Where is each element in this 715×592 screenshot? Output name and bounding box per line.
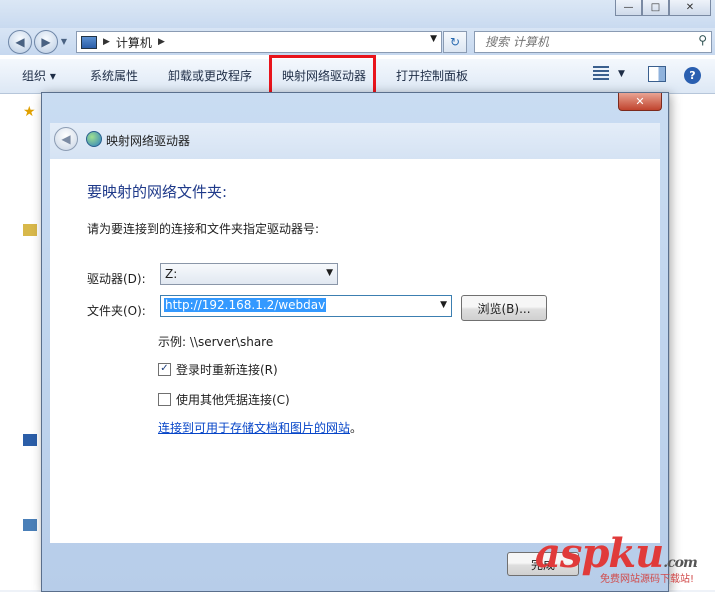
navigation-bar: ◀ ▶ ▼ ▶ 计算机 ▶ ▼ ↻ ⚲ [0,28,715,55]
search-icon[interactable]: ⚲ [698,33,707,47]
map-drive-dialog: ✕ ◀ 映射网络驱动器 要映射的网络文件夹: 请为要连接到的连接和文件夹指定驱动… [41,92,669,592]
chevron-down-icon[interactable]: ▼ [440,300,447,310]
minimize-button[interactable]: — [615,0,642,16]
maximize-button[interactable]: □ [642,0,669,16]
computer-nav-icon[interactable] [23,434,37,446]
dialog-header: ◀ 映射网络驱动器 [50,123,660,161]
instruction-text: 请为要连接到的连接和文件夹指定驱动器号: [87,222,320,236]
highlight-box [269,55,376,96]
watermark-suffix: .com [663,555,698,571]
caption-buttons: — □ ✕ [615,0,711,16]
drive-value: Z: [165,267,178,281]
folder-label: 文件夹(O): [87,304,146,318]
arrow-left-icon: ◀ [61,132,71,146]
navigation-pane: ★ [0,94,42,590]
address-dropdown-icon[interactable]: ▼ [430,34,437,44]
network-drive-icon [86,131,102,147]
breadcrumb-computer[interactable]: 计算机 [116,34,152,51]
close-window-button[interactable]: ✕ [669,0,711,16]
arrow-left-icon: ◀ [15,35,25,49]
preview-pane-icon[interactable] [648,66,666,82]
example-text: 示例: \\server\share [158,335,274,349]
open-control-panel-button[interactable]: 打开控制面板 [396,67,468,84]
credentials-checkbox[interactable]: 使用其他凭据连接(C) [158,391,290,408]
computer-icon [81,35,97,49]
view-dropdown-icon[interactable]: ▼ [618,69,625,79]
network-nav-icon[interactable] [23,519,37,531]
history-dropdown[interactable]: ▼ [58,30,70,52]
drive-label: 驱动器(D): [87,272,146,286]
drive-select[interactable]: Z: ▼ [160,263,338,285]
breadcrumb-separator-icon[interactable]: ▶ [158,37,165,47]
address-bar[interactable]: ▶ 计算机 ▶ ▼ [76,31,442,53]
refresh-icon: ↻ [449,35,461,49]
browse-button[interactable]: 浏览(B)... [461,295,547,321]
change-view-icon[interactable] [593,66,609,80]
dialog-title: 映射网络驱动器 [106,134,191,148]
folder-input-value[interactable]: http://192.168.1.2/webdav [164,298,327,312]
organize-label: 组织 [22,69,47,83]
dialog-close-button[interactable]: ✕ [618,93,662,111]
close-icon: ✕ [635,95,645,108]
credentials-label[interactable]: 使用其他凭据连接(C) [176,391,290,408]
uninstall-program-button[interactable]: 卸载或更改程序 [168,67,252,84]
chevron-down-icon: ▼ [326,268,333,278]
reconnect-label[interactable]: 登录时重新连接(R) [176,361,278,378]
watermark-subtitle: 免费网站源码下载站! [600,574,695,585]
search-input[interactable] [483,34,687,50]
help-icon[interactable]: ? [684,67,701,84]
favorites-star-icon[interactable]: ★ [23,104,36,120]
checkbox-checked-icon[interactable]: ✓ [158,363,171,376]
dialog-heading: 要映射的网络文件夹: [87,183,228,201]
link-text[interactable]: 连接到可用于存储文档和图片的网站 [158,421,350,435]
search-box[interactable]: ⚲ [474,31,712,53]
libraries-icon[interactable] [23,224,37,236]
checkbox-unchecked-icon[interactable] [158,393,171,406]
forward-button[interactable]: ▶ [34,30,58,54]
dialog-content: 要映射的网络文件夹: 请为要连接到的连接和文件夹指定驱动器号: 驱动器(D): … [50,159,660,543]
explorer-titlebar: — □ ✕ [0,0,715,28]
link-suffix: 。 [350,421,363,435]
organize-menu[interactable]: 组织 ▾ [22,67,56,84]
arrow-right-icon: ▶ [41,35,51,49]
refresh-button[interactable]: ↻ [443,31,467,53]
breadcrumb-separator-icon[interactable]: ▶ [103,37,110,47]
reconnect-checkbox[interactable]: ✓ 登录时重新连接(R) [158,361,278,378]
dialog-back-button[interactable]: ◀ [54,127,78,151]
folder-combobox[interactable]: http://192.168.1.2/webdav ▼ [160,295,452,317]
storage-website-link[interactable]: 连接到可用于存储文档和图片的网站。 [158,419,362,436]
system-properties-button[interactable]: 系统属性 [90,67,138,84]
back-button[interactable]: ◀ [8,30,32,54]
